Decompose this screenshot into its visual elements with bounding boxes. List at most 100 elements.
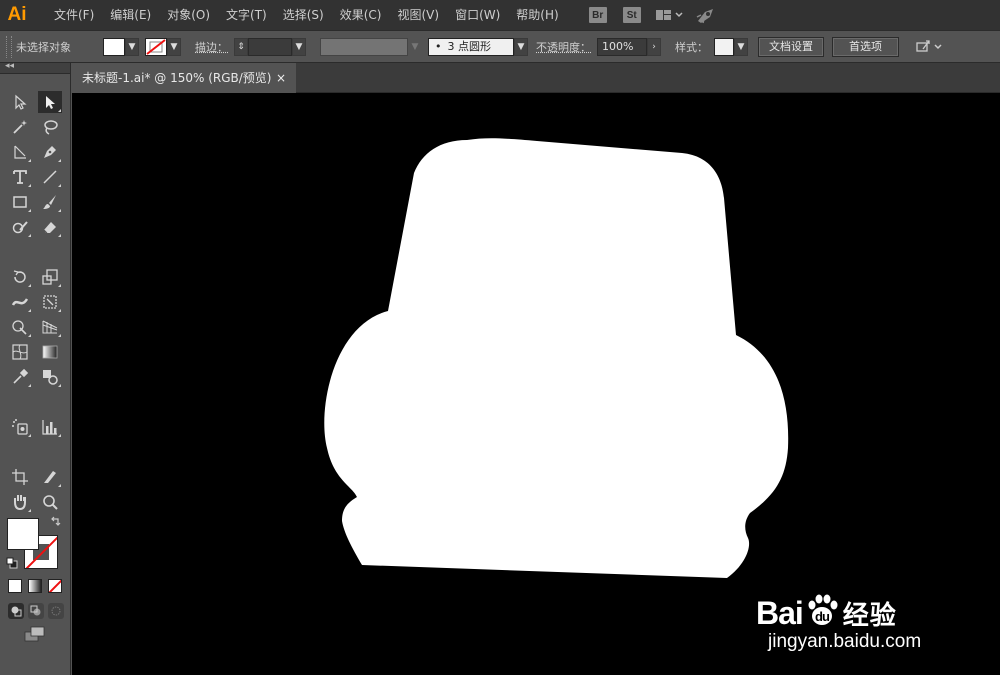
eyedropper-tool[interactable] (8, 366, 32, 388)
stroke-swatch[interactable] (145, 37, 167, 56)
stroke-weight-input[interactable] (248, 37, 292, 56)
type-tool[interactable] (8, 166, 32, 188)
shaper-tool[interactable] (8, 216, 32, 238)
menu-effect[interactable]: 效果(C) (332, 0, 390, 30)
document-tab[interactable]: 未标题-1.ai* @ 150% (RGB/预览) × (72, 63, 296, 93)
menu-file[interactable]: 文件(F) (46, 0, 102, 30)
default-fill-stroke-icon[interactable] (6, 557, 18, 569)
selection-tool[interactable] (8, 91, 32, 113)
mesh-tool[interactable] (8, 341, 32, 363)
menu-bar: Ai 文件(F) 编辑(E) 对象(O) 文字(T) 选择(S) 效果(C) 视… (0, 0, 1000, 30)
quick-action-button[interactable] (915, 39, 945, 55)
paintbrush-tool[interactable] (38, 191, 62, 213)
hand-tool[interactable] (8, 491, 32, 513)
fill-stroke-controls (6, 515, 66, 573)
symbol-sprayer-tool[interactable] (8, 416, 32, 438)
stroke-weight-dropdown[interactable]: ▼ (292, 37, 306, 56)
scale-icon (42, 269, 58, 285)
fill-swatch[interactable] (103, 37, 125, 56)
fill-dropdown[interactable]: ▼ (125, 37, 139, 56)
stroke-dropdown[interactable]: ▼ (167, 37, 181, 56)
shape-builder-icon (12, 320, 27, 335)
variable-width-profile[interactable] (320, 37, 408, 56)
slice-tool[interactable] (38, 466, 62, 488)
gradient-tool[interactable] (38, 341, 62, 363)
fill-color-box[interactable] (7, 518, 39, 550)
gpu-performance-button[interactable] (695, 6, 717, 24)
rotate-tool[interactable] (8, 266, 32, 288)
preferences-button[interactable]: 首选项 (832, 36, 899, 57)
magic-wand-icon (13, 120, 27, 134)
eraser-tool[interactable] (38, 216, 62, 238)
menu-type[interactable]: 文字(T) (218, 0, 275, 30)
document-title: 未标题-1.ai* @ 150% (RGB/预览) (82, 71, 272, 85)
zoom-icon (43, 495, 58, 510)
width-tool[interactable] (8, 291, 32, 313)
close-icon[interactable]: × (276, 63, 286, 93)
none-mode-button[interactable] (48, 579, 62, 593)
opacity-input[interactable]: 100% (597, 37, 647, 56)
pen-tool-group[interactable] (8, 141, 32, 163)
stroke-label[interactable]: 描边： (195, 39, 228, 55)
draw-inside-icon (51, 606, 61, 616)
rocket-icon (696, 9, 713, 24)
draw-normal-icon (11, 606, 22, 617)
line-tool[interactable] (38, 166, 62, 188)
stock-button[interactable]: St (622, 7, 641, 23)
screen-mode-button[interactable] (24, 626, 46, 645)
control-bar-grip[interactable] (6, 35, 12, 58)
menu-select[interactable]: 选择(S) (275, 0, 332, 30)
draw-normal-button[interactable] (8, 603, 24, 619)
brush-definition[interactable]: • 3 点圆形 (428, 37, 514, 56)
menu-window[interactable]: 窗口(W) (447, 0, 508, 30)
direct-selection-tool[interactable] (38, 91, 62, 113)
tools-panel-header[interactable]: ◂◂ (0, 61, 70, 74)
no-color-icon (146, 38, 166, 55)
collapse-icon[interactable]: ◂◂ (5, 61, 14, 71)
graphic-style-dropdown[interactable]: ▼ (734, 37, 748, 56)
brush-name: 3 点圆形 (447, 39, 492, 53)
column-graph-tool[interactable] (38, 416, 62, 438)
graphic-style-swatch[interactable] (714, 37, 734, 56)
color-mode-button[interactable] (8, 579, 22, 593)
menu-edit[interactable]: 编辑(E) (102, 0, 159, 30)
draw-inside-button[interactable] (48, 603, 64, 619)
swap-fill-stroke-icon[interactable] (50, 515, 62, 527)
arrange-documents-button[interactable] (655, 8, 683, 22)
magic-wand-tool[interactable] (8, 116, 32, 138)
width-icon (11, 298, 29, 306)
opacity-label[interactable]: 不透明度： (536, 39, 591, 55)
arrange-documents-icon (655, 10, 683, 20)
scale-tool[interactable] (38, 266, 62, 288)
document-setup-button[interactable]: 文档设置 (758, 36, 824, 57)
screen-mode-icon (24, 626, 45, 642)
rectangle-tool[interactable] (8, 191, 32, 213)
blend-icon (43, 370, 58, 385)
pen-tool[interactable] (38, 141, 62, 163)
brush-dropdown[interactable]: ▼ (514, 37, 528, 56)
zoom-tool[interactable] (38, 491, 62, 513)
menu-object[interactable]: 对象(O) (159, 0, 218, 30)
watermark-brand: Bai (756, 594, 804, 631)
lasso-tool[interactable] (38, 116, 62, 138)
shape-builder-tool[interactable] (8, 316, 32, 338)
artboard-canvas[interactable] (72, 93, 1000, 675)
lasso-icon (44, 120, 58, 135)
draw-behind-button[interactable] (28, 603, 44, 619)
free-transform-tool[interactable] (38, 291, 62, 313)
opacity-arrow[interactable]: › (647, 37, 661, 56)
gradient-mode-button[interactable] (28, 579, 42, 593)
menu-view[interactable]: 视图(V) (389, 0, 447, 30)
menu-help[interactable]: 帮助(H) (508, 0, 566, 30)
free-transform-icon (43, 295, 57, 309)
chevron-down-icon: ▼ (517, 41, 525, 52)
artboard-tool[interactable] (8, 466, 32, 488)
perspective-grid-tool[interactable] (38, 316, 62, 338)
rectangle-icon (13, 196, 27, 208)
profile-dropdown[interactable]: ▼ (408, 37, 422, 56)
stroke-weight-stepper[interactable]: ⇕ (234, 37, 248, 56)
bridge-button[interactable]: Br (588, 7, 607, 23)
draw-behind-icon (30, 605, 41, 616)
white-merged-shape[interactable] (324, 138, 789, 579)
blend-tool[interactable] (38, 366, 62, 388)
